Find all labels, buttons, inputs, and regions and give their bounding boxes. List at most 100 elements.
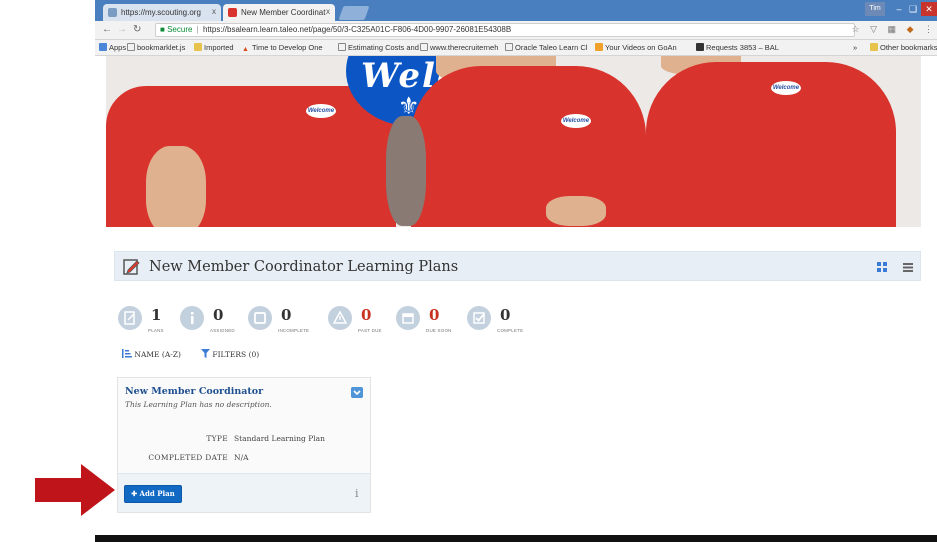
close-tab-icon[interactable]: x bbox=[212, 7, 216, 16]
stat-value: 0 bbox=[361, 306, 372, 324]
bookmark-folder[interactable]: Imported bbox=[194, 43, 234, 52]
arm bbox=[386, 116, 426, 226]
edit-document-icon bbox=[123, 259, 140, 275]
site-favicon-icon bbox=[228, 8, 237, 17]
info-icon[interactable]: i bbox=[355, 487, 359, 500]
screenshot: https://my.scouting.org x New Member Coo… bbox=[0, 0, 937, 542]
sort-by-name[interactable]: NAME (A-Z) bbox=[122, 349, 181, 359]
field-label: TYPE bbox=[206, 434, 228, 443]
page-icon bbox=[127, 43, 135, 51]
plans-icon bbox=[118, 306, 142, 330]
bookmarks-bar: Apps bookmarklet.js Imported ▲ Time to De… bbox=[95, 40, 937, 56]
menu-icon[interactable]: ⋮ bbox=[924, 24, 933, 34]
apps-icon bbox=[99, 43, 107, 51]
bookmark-item[interactable]: Estimating Costs and bbox=[338, 43, 419, 52]
page-icon bbox=[420, 43, 428, 51]
plan-title-link[interactable]: New Member Coordinator bbox=[125, 386, 263, 397]
url-text: https://bsalearn.learn.taleo.net/page/50… bbox=[202, 25, 512, 34]
page-icon bbox=[505, 43, 513, 51]
stat-value: 0 bbox=[281, 306, 292, 324]
learning-plans-header: New Member Coordinator Learning Plans bbox=[114, 251, 921, 281]
hero-banner-image: Welcome Welco ⚜ Welcome Welcome bbox=[106, 56, 921, 227]
folder-icon bbox=[870, 43, 878, 51]
bookmarks-overflow[interactable]: » bbox=[853, 43, 857, 52]
new-tab-button[interactable] bbox=[338, 6, 370, 20]
close-tab-icon[interactable]: x bbox=[326, 7, 330, 16]
info-circle-icon bbox=[180, 306, 204, 330]
bookmark-item[interactable]: Oracle Taleo Learn Cl bbox=[505, 43, 587, 52]
arm bbox=[146, 146, 206, 227]
bookmark-item[interactable]: Requests 3853 – BAL bbox=[696, 43, 779, 52]
secure-label: Secure bbox=[167, 25, 193, 34]
red-callout-arrow bbox=[35, 464, 115, 516]
bookmark-apps[interactable]: Apps bbox=[99, 43, 126, 52]
browser-tab-learning-plans[interactable]: New Member Coordinat x bbox=[223, 4, 335, 21]
filters-button[interactable]: FILTERS (0) bbox=[201, 349, 259, 359]
welcome-badge-logo: Welcome bbox=[561, 114, 591, 128]
star-icon[interactable]: ☆ bbox=[852, 24, 860, 34]
bookmark-item[interactable]: bookmarklet.js bbox=[127, 43, 185, 52]
stat-label: COMPLETE bbox=[497, 328, 524, 333]
stat-value: 0 bbox=[213, 306, 224, 324]
reload-icon[interactable]: ↻ bbox=[133, 24, 141, 35]
other-bookmarks[interactable]: Other bookmarks bbox=[870, 43, 937, 52]
goanimate-icon bbox=[595, 43, 603, 51]
stat-label: ASSIGNED bbox=[210, 328, 235, 333]
minimize-icon[interactable]: – bbox=[892, 2, 906, 16]
back-icon[interactable]: ← bbox=[102, 24, 112, 35]
extension-icon[interactable]: ◆ bbox=[907, 24, 914, 34]
add-plan-label: Add Plan bbox=[139, 489, 175, 498]
address-bar[interactable]: ■ Secure | https://bsalearn.learn.taleo.… bbox=[155, 23, 855, 37]
maximize-icon[interactable]: ❑ bbox=[906, 2, 920, 16]
expand-chevron-icon[interactable] bbox=[351, 387, 363, 398]
page-icon bbox=[338, 43, 346, 51]
page-title: New Member Coordinator Learning Plans bbox=[149, 259, 459, 275]
extension-icon[interactable]: ▦ bbox=[888, 24, 897, 34]
card-footer: ✚ Add Plan i bbox=[118, 473, 370, 512]
stat-label: DUE SOON bbox=[426, 328, 452, 333]
requests-icon bbox=[696, 43, 704, 51]
lock-icon: ■ bbox=[160, 25, 165, 34]
browser-tab-strip: https://my.scouting.org x New Member Coo… bbox=[95, 0, 937, 21]
forward-icon[interactable]: → bbox=[117, 24, 127, 35]
person-middle bbox=[411, 66, 646, 227]
grid-view-icon[interactable] bbox=[877, 262, 887, 272]
sort-icon bbox=[122, 349, 132, 358]
list-view-icon[interactable] bbox=[903, 262, 913, 272]
plus-icon: ✚ bbox=[131, 489, 138, 498]
welcome-badge-logo: Welcome bbox=[771, 81, 801, 95]
field-value: Standard Learning Plan bbox=[234, 434, 325, 443]
desktop-margin bbox=[0, 0, 95, 542]
stat-label: PAST DUE bbox=[358, 328, 382, 333]
chart-icon: ▲ bbox=[242, 46, 249, 53]
stat-label: PLANS bbox=[148, 328, 164, 333]
globe-icon bbox=[108, 8, 117, 17]
stat-value: 0 bbox=[429, 306, 440, 324]
bookmark-item[interactable]: Your Videos on GoAn bbox=[595, 43, 677, 52]
learning-plan-card: New Member Coordinator This Learning Pla… bbox=[117, 377, 371, 513]
filter-icon bbox=[201, 349, 210, 358]
toolbar-extension-icons: ☆ ▽ ▦ ◆ ⋮ bbox=[852, 24, 934, 35]
sort-label: NAME (A-Z) bbox=[134, 350, 181, 359]
stat-value: 0 bbox=[500, 306, 511, 324]
calendar-icon bbox=[396, 306, 420, 330]
tab-label: New Member Coordinat bbox=[241, 8, 326, 17]
add-plan-button[interactable]: ✚ Add Plan bbox=[124, 485, 182, 503]
field-value: N/A bbox=[234, 453, 249, 462]
profile-button[interactable]: Tim bbox=[865, 2, 885, 16]
extension-icon[interactable]: ▽ bbox=[870, 24, 877, 34]
bookmark-item[interactable]: ▲ Time to Develop One bbox=[242, 43, 323, 54]
welcome-badge-logo: Welcome bbox=[306, 104, 336, 118]
folder-icon bbox=[194, 43, 202, 51]
field-label: COMPLETED DATE bbox=[148, 453, 228, 462]
stat-value: 1 bbox=[151, 306, 162, 324]
taskbar-edge bbox=[95, 535, 937, 542]
browser-tab-scouting[interactable]: https://my.scouting.org x bbox=[103, 4, 221, 21]
warning-icon bbox=[328, 306, 352, 330]
checkbox-icon bbox=[467, 306, 491, 330]
filters-label: FILTERS (0) bbox=[212, 350, 260, 359]
plan-description: This Learning Plan has no description. bbox=[125, 400, 272, 409]
bookmark-item[interactable]: www.therecruiterneh bbox=[420, 43, 498, 52]
stat-label: INCOMPLETE bbox=[278, 328, 310, 333]
close-window-icon[interactable]: ✕ bbox=[921, 2, 937, 16]
